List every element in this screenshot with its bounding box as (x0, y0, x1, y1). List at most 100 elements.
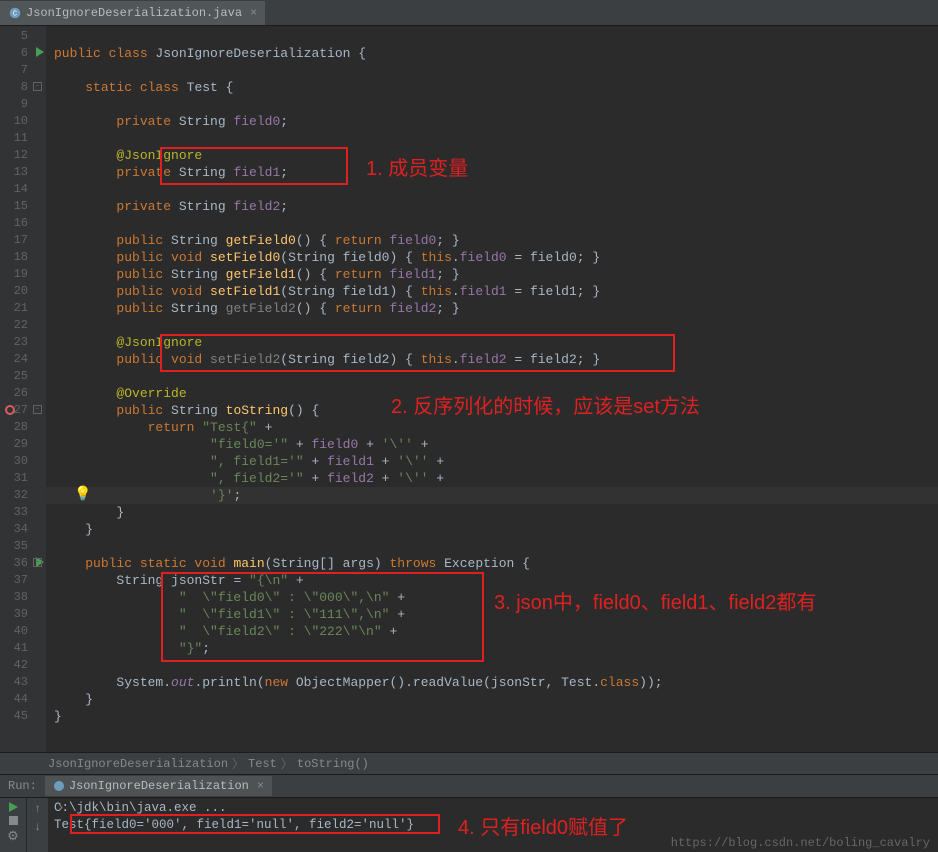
run-tool-bar: Run: JsonIgnoreDeserialization × (0, 774, 938, 798)
line-number: 24 (0, 351, 46, 368)
run-label: Run: (0, 779, 45, 793)
code-line: " \"field0\" : \"000\",\n" + (46, 589, 938, 606)
code-line: @Override (46, 385, 938, 402)
line-number: 32 (0, 487, 46, 504)
run-tab-name: JsonIgnoreDeserialization (69, 779, 249, 793)
line-number: 29 (0, 436, 46, 453)
line-number: 12 (0, 147, 46, 164)
bc-class[interactable]: JsonIgnoreDeserialization (48, 757, 228, 771)
code-area[interactable]: 1. 成员变量 2. 反序列化的时候，应该是set方法 3. json中，fie… (46, 26, 938, 752)
run-panel: ⚙ ↑ ↓ ›C:\jdk\bin\java.exe ... Test{fiel… (0, 798, 938, 852)
close-icon[interactable]: × (257, 779, 264, 793)
line-number: 7 (0, 62, 46, 79)
line-number: 19 (0, 266, 46, 283)
code-line (46, 215, 938, 232)
file-tab[interactable]: C JsonIgnoreDeserialization.java × (0, 1, 265, 25)
rerun-icon[interactable] (9, 802, 18, 812)
line-number: 40 (0, 623, 46, 640)
stop-icon[interactable] (9, 816, 18, 825)
code-line: " \"field1\" : \"111\",\n" + (46, 606, 938, 623)
chevron-right-icon: 〉 (281, 755, 293, 772)
code-line: public String getField1() { return field… (46, 266, 938, 283)
line-number: 44 (0, 691, 46, 708)
close-icon[interactable]: × (250, 6, 257, 20)
line-number: 45 (0, 708, 46, 725)
code-line: public void setField1(String field1) { t… (46, 283, 938, 300)
line-number: 31 (0, 470, 46, 487)
editor-tab-bar: C JsonIgnoreDeserialization.java × (0, 0, 938, 26)
code-line: System.out.println(new ObjectMapper().re… (46, 674, 938, 691)
run-config-tab[interactable]: JsonIgnoreDeserialization × (45, 776, 272, 796)
line-number: 34 (0, 521, 46, 538)
line-number: 22 (0, 317, 46, 334)
code-editor[interactable]: 5678-91011121314151617181920212223242526… (0, 26, 938, 752)
console-output[interactable]: ›C:\jdk\bin\java.exe ... Test{field0='00… (48, 798, 938, 852)
line-number: 27- (0, 402, 46, 419)
code-line: @JsonIgnore (46, 147, 938, 164)
line-number: 18 (0, 249, 46, 266)
bc-inner-class[interactable]: Test (248, 757, 277, 771)
code-line: static class Test { (46, 79, 938, 96)
line-number: 5 (0, 28, 46, 45)
code-line: public void setField2(String field2) { t… (46, 351, 938, 368)
breadcrumb: JsonIgnoreDeserialization 〉 Test 〉 toStr… (0, 752, 938, 774)
fold-icon[interactable]: - (33, 82, 42, 91)
tab-filename: JsonIgnoreDeserialization.java (26, 6, 242, 20)
line-number: 6 (0, 45, 46, 62)
code-line: public static void main(String[] args) t… (46, 555, 938, 572)
breakpoint-icon[interactable] (5, 405, 15, 415)
arrow-up-icon[interactable]: ↑ (34, 802, 41, 816)
gear-icon[interactable]: ⚙ (7, 829, 19, 844)
line-number: 35 (0, 538, 46, 555)
console-line: Test{field0='000', field1='null', field2… (54, 817, 932, 834)
code-line: public String getField2() { return field… (46, 300, 938, 317)
line-number: 38 (0, 589, 46, 606)
line-gutter: 5678-91011121314151617181920212223242526… (0, 26, 46, 752)
code-line: String jsonStr = "{\n" + (46, 572, 938, 589)
code-line: public String toString() { (46, 402, 938, 419)
code-line: public String getField0() { return field… (46, 232, 938, 249)
java-file-icon: C (8, 6, 22, 20)
line-number: 41 (0, 640, 46, 657)
arrow-down-icon[interactable]: ↓ (34, 820, 41, 834)
lightbulb-icon[interactable]: 💡 (74, 487, 91, 504)
run-toolbar-left: ⚙ (0, 798, 26, 852)
code-line: '}';💡 (46, 487, 938, 504)
java-class-icon (53, 780, 65, 792)
code-line: "}"; (46, 640, 938, 657)
line-number: 37 (0, 572, 46, 589)
run-toolbar-nav: ↑ ↓ (26, 798, 48, 852)
fold-icon[interactable]: - (33, 558, 42, 567)
code-line (46, 538, 938, 555)
line-number: 10 (0, 113, 46, 130)
line-number: 14 (0, 181, 46, 198)
watermark: https://blog.csdn.net/boling_cavalry (671, 836, 930, 850)
bc-method[interactable]: toString() (297, 757, 369, 771)
code-line: } (46, 708, 938, 725)
code-line: private String field1; (46, 164, 938, 181)
code-line: return "Test{" + (46, 419, 938, 436)
line-number: 33 (0, 504, 46, 521)
line-number: 25 (0, 368, 46, 385)
code-line (46, 368, 938, 385)
code-line: ", field2='" + field2 + '\'' + (46, 470, 938, 487)
code-line: " \"field2\" : \"222\"\n" + (46, 623, 938, 640)
code-line: private String field2; (46, 198, 938, 215)
code-line (46, 62, 938, 79)
line-number: 11 (0, 130, 46, 147)
code-line: } (46, 504, 938, 521)
fold-icon[interactable]: - (33, 405, 42, 414)
code-line: "field0='" + field0 + '\'' + (46, 436, 938, 453)
line-number: 15 (0, 198, 46, 215)
gutter-run-icon[interactable] (36, 47, 44, 57)
code-line: @JsonIgnore (46, 334, 938, 351)
code-line (46, 28, 938, 45)
code-line (46, 657, 938, 674)
line-number: 28 (0, 419, 46, 436)
line-number: 39 (0, 606, 46, 623)
code-line: private String field0; (46, 113, 938, 130)
line-number: 17 (0, 232, 46, 249)
line-number: 13 (0, 164, 46, 181)
line-number: 26 (0, 385, 46, 402)
code-line: } (46, 691, 938, 708)
